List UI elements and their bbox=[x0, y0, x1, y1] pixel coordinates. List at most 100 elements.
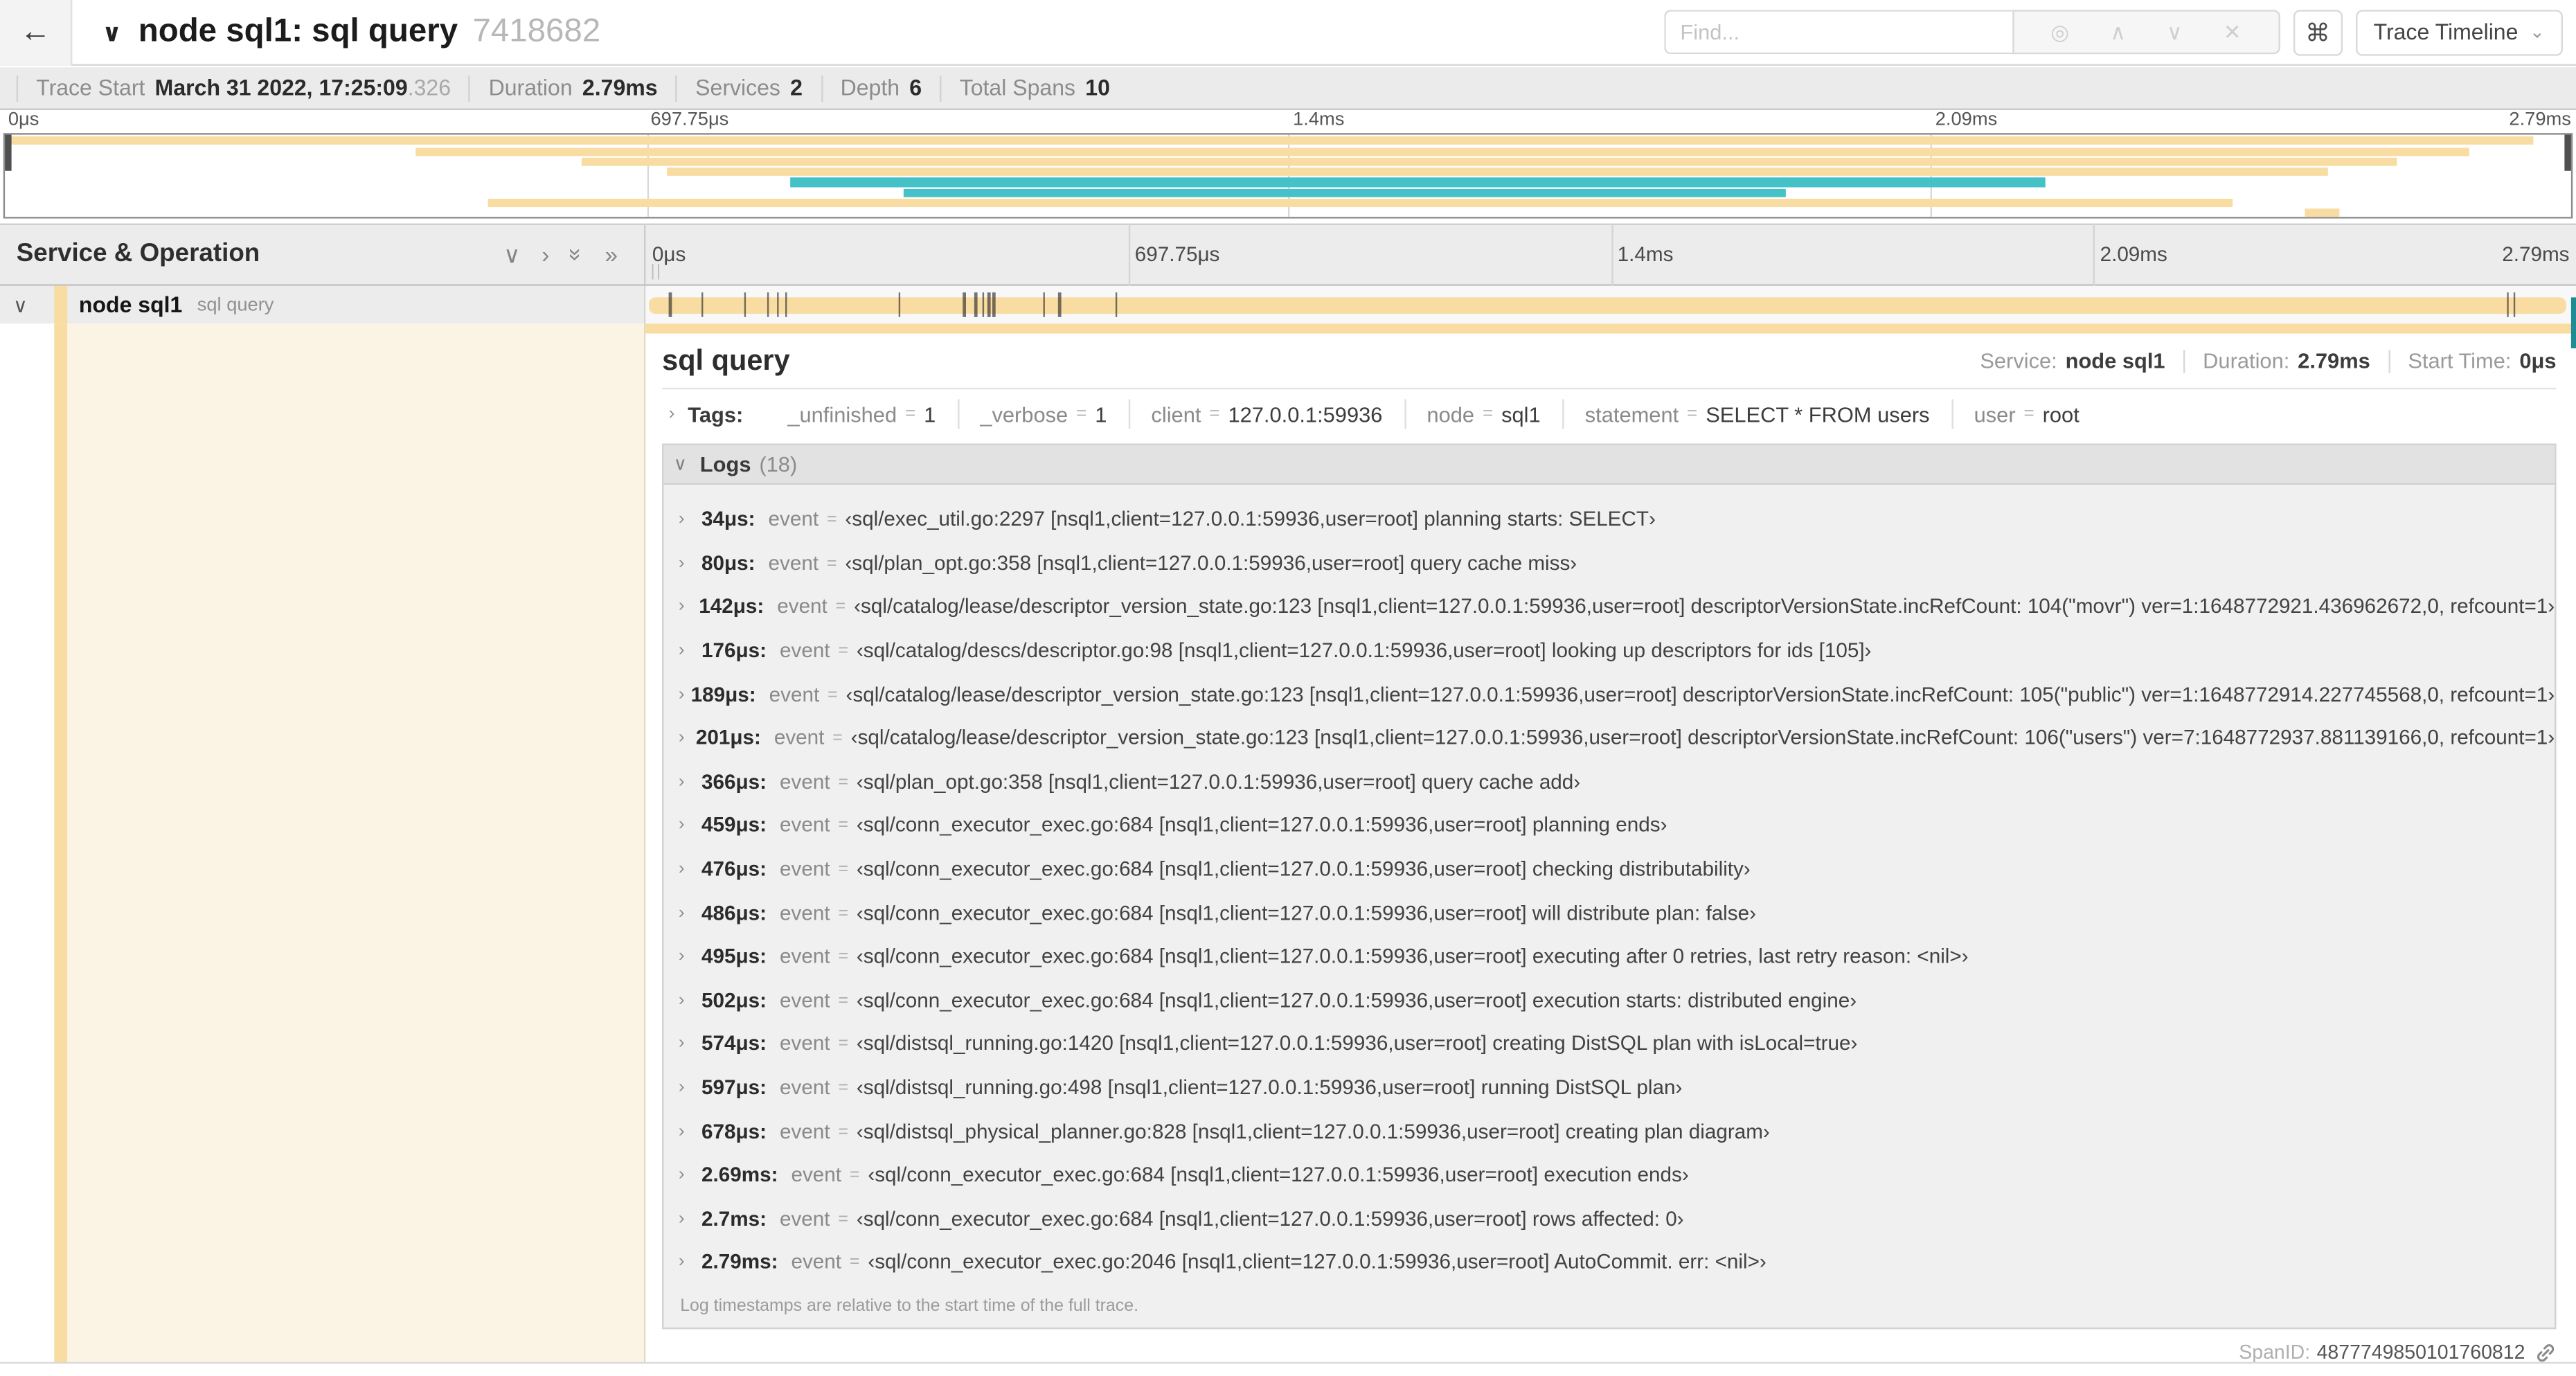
minimap-tick-label: 1.4ms bbox=[1293, 109, 1345, 130]
log-tick bbox=[744, 292, 746, 317]
find-clear-icon[interactable]: ✕ bbox=[2224, 21, 2242, 43]
log-entry[interactable]: › 502μs: event = ‹sql/conn_executor_exec… bbox=[663, 979, 2555, 1022]
find-next-icon[interactable]: ∨ bbox=[2167, 21, 2183, 43]
detail-panel-area: sql query Service: node sql1 Duration: 2.7… bbox=[645, 323, 2576, 1364]
detail-duration: 2.79ms bbox=[2298, 348, 2370, 373]
log-entry[interactable]: › 2.69ms: event = ‹sql/conn_executor_exe… bbox=[663, 1153, 2555, 1197]
span-bar-area[interactable] bbox=[645, 285, 2576, 324]
detail-start-time: 0μs bbox=[2519, 348, 2557, 373]
minimap-spans bbox=[5, 135, 2571, 218]
logs-label: Logs bbox=[699, 452, 751, 477]
timeline-ruler: 0μs 697.75μs 1.4ms 2.09ms 2.79ms bbox=[645, 225, 2576, 284]
log-entry[interactable]: › 189μs: event = ‹sql/catalog/lease/desc… bbox=[663, 672, 2555, 716]
chevron-down-icon: ∨ bbox=[673, 455, 687, 475]
log-entry[interactable]: › 34μs: event = ‹sql/exec_util.go:2297 [… bbox=[663, 498, 2555, 542]
ruler-tick-label: 2.09ms bbox=[2100, 243, 2167, 267]
chevron-right-icon: › bbox=[678, 1034, 685, 1054]
log-tick bbox=[701, 292, 704, 317]
minimap-span-bar bbox=[415, 147, 2469, 156]
minimap-span-bar bbox=[903, 188, 1786, 197]
span-collapse-chevron-icon[interactable]: ∨ bbox=[13, 293, 43, 316]
log-tick bbox=[767, 292, 770, 317]
chevron-right-icon: › bbox=[678, 728, 685, 749]
detail-accent-strip bbox=[645, 323, 2576, 334]
detail-service: node sql1 bbox=[2065, 348, 2165, 373]
trace-minimap: 0μs 697.75μs 1.4ms 2.09ms 2.79ms bbox=[0, 109, 2576, 224]
find-input[interactable] bbox=[1663, 10, 2012, 55]
link-icon[interactable] bbox=[2535, 1342, 2557, 1364]
detail-meta: Service: node sql1 Duration: 2.79ms Start … bbox=[1980, 348, 2557, 373]
detail-color-stripe bbox=[54, 323, 67, 1364]
chevron-right-icon: › bbox=[678, 815, 685, 836]
log-tick bbox=[981, 292, 985, 317]
tag-item: statement = SELECT * FROM users bbox=[1562, 399, 1951, 429]
log-entry[interactable]: › 476μs: event = ‹sql/conn_executor_exec… bbox=[663, 848, 2555, 891]
chevron-right-icon: › bbox=[678, 771, 685, 792]
tag-item: user = root bbox=[1951, 399, 2100, 429]
log-entry[interactable]: › 574μs: event = ‹sql/distsql_running.go… bbox=[663, 1022, 2555, 1066]
span-row[interactable]: ∨ node sql1 sql query bbox=[0, 285, 2576, 324]
log-entry[interactable]: › 2.7ms: event = ‹sql/conn_executor_exec… bbox=[663, 1197, 2555, 1240]
title-chevron-icon[interactable]: ∨ bbox=[102, 18, 122, 47]
log-tick bbox=[899, 292, 902, 317]
trace-view-select[interactable]: Trace Timeline ⌄ bbox=[2355, 9, 2564, 55]
minimap-span-bar bbox=[487, 199, 2233, 208]
span-name-column[interactable]: ∨ node sql1 sql query bbox=[0, 285, 646, 324]
tags-accordion[interactable]: › Tags: _unfinished = 1 _verbose = 1 cli… bbox=[662, 389, 2556, 438]
detail-left-column bbox=[0, 323, 646, 1364]
logs-accordion: ∨ Logs (18) › 34μs: event = ‹sql/exec_ut… bbox=[662, 443, 2557, 1329]
log-entry[interactable]: › 201μs: event = ‹sql/catalog/lease/desc… bbox=[663, 716, 2555, 760]
chevron-right-icon: › bbox=[678, 1078, 685, 1098]
chevron-right-icon: › bbox=[678, 641, 685, 661]
detail-operation-title: sql query bbox=[662, 343, 790, 377]
keyboard-shortcuts-button[interactable]: ⌘ bbox=[2293, 9, 2343, 55]
logs-header[interactable]: ∨ Logs (18) bbox=[663, 445, 2555, 485]
log-entry[interactable]: › 80μs: event = ‹sql/plan_opt.go:358 [ns… bbox=[663, 542, 2555, 585]
tag-item: client = 127.0.0.1:59936 bbox=[1128, 399, 1404, 429]
service-operation-header: Service & Operation ∨ › » » bbox=[0, 225, 646, 285]
minimap-right-scrubber[interactable] bbox=[2564, 134, 2571, 171]
chevron-right-icon: › bbox=[678, 553, 685, 573]
back-button[interactable]: ← bbox=[0, 0, 73, 65]
log-tick bbox=[669, 292, 672, 317]
log-tick bbox=[1042, 292, 1045, 317]
log-entry[interactable]: › 176μs: event = ‹sql/catalog/descs/desc… bbox=[663, 629, 2555, 672]
expand-all-icon[interactable]: » bbox=[605, 243, 618, 266]
log-tick bbox=[974, 292, 978, 317]
detail-cream-fill bbox=[66, 323, 645, 1364]
logs-footer-note: Log timestamps are relative to the start… bbox=[680, 1296, 1139, 1316]
log-entry[interactable]: › 459μs: event = ‹sql/conn_executor_exec… bbox=[663, 803, 2555, 847]
log-entry[interactable]: › 366μs: event = ‹sql/plan_opt.go:358 [n… bbox=[663, 760, 2555, 803]
log-entry[interactable]: › 678μs: event = ‹sql/distsql_physical_p… bbox=[663, 1109, 2555, 1153]
span-detail-row: sql query Service: node sql1 Duration: 2.7… bbox=[0, 323, 2576, 1364]
log-entry[interactable]: › 495μs: event = ‹sql/conn_executor_exec… bbox=[663, 935, 2555, 979]
chevron-right-icon: › bbox=[678, 597, 685, 617]
minimap-tick-labels: 0μs 697.75μs 1.4ms 2.09ms 2.79ms bbox=[3, 110, 2573, 133]
trace-summary-item: Services 2 bbox=[675, 74, 821, 101]
minimap-tick-label: 2.79ms bbox=[2509, 109, 2571, 130]
tag-item: _unfinished = 1 bbox=[787, 402, 936, 427]
log-entries: › 34μs: event = ‹sql/exec_util.go:2297 [… bbox=[663, 485, 2555, 1287]
chevron-right-icon: › bbox=[678, 510, 685, 530]
log-entry[interactable]: › 486μs: event = ‹sql/conn_executor_exec… bbox=[663, 891, 2555, 935]
expand-one-icon[interactable]: › bbox=[542, 243, 549, 266]
tags-label: Tags: bbox=[688, 402, 744, 427]
top-header: ← ∨ node sql1: sql query 7418682 ◎ ∧ ∨ ✕… bbox=[0, 0, 2576, 66]
page-title: node sql1: sql query bbox=[138, 12, 458, 50]
locate-icon[interactable]: ◎ bbox=[2050, 21, 2069, 43]
right-edge-span-fragment bbox=[2570, 297, 2576, 348]
log-entry[interactable]: › 2.79ms: event = ‹sql/conn_executor_exe… bbox=[663, 1240, 2555, 1284]
minimap-tick-label: 2.09ms bbox=[1935, 109, 1998, 130]
collapse-all-icon[interactable]: » bbox=[564, 248, 590, 260]
collapse-one-icon[interactable]: ∨ bbox=[503, 243, 520, 266]
log-tick-marks bbox=[645, 286, 2576, 324]
find-prev-icon[interactable]: ∧ bbox=[2110, 21, 2126, 43]
chevron-right-icon: › bbox=[668, 404, 675, 425]
minimap-left-scrubber[interactable] bbox=[5, 134, 12, 171]
minimap-canvas[interactable] bbox=[3, 133, 2573, 219]
log-entry[interactable]: › 142μs: event = ‹sql/catalog/lease/desc… bbox=[663, 585, 2555, 629]
trace-summary-item: Duration 2.79ms bbox=[469, 74, 676, 101]
chevron-right-icon: › bbox=[678, 947, 685, 967]
log-tick bbox=[2507, 292, 2510, 317]
log-entry[interactable]: › 597μs: event = ‹sql/distsql_running.go… bbox=[663, 1066, 2555, 1109]
